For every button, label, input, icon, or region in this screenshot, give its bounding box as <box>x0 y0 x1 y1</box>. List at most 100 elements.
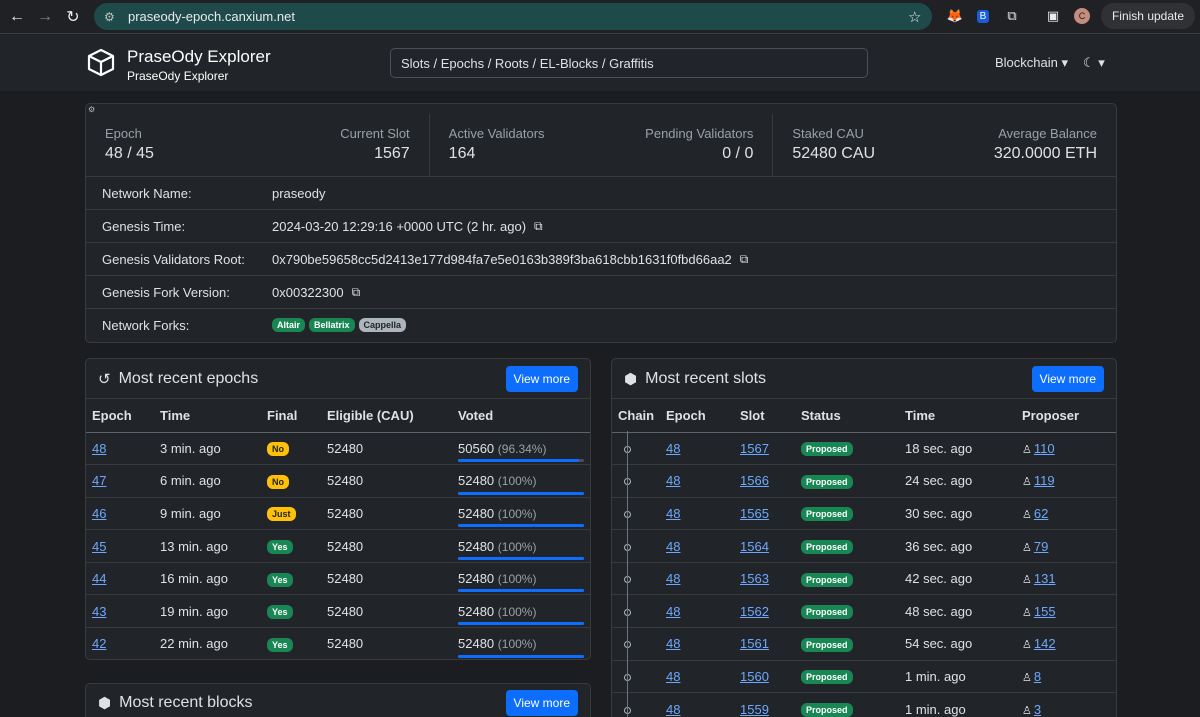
settings-icon[interactable]: ⚙ <box>88 105 95 114</box>
search-input[interactable] <box>390 48 868 78</box>
brand-title[interactable]: PraseOdy Explorer <box>127 47 271 67</box>
column-header: Chain <box>612 399 660 433</box>
blockchain-dropdown[interactable]: Blockchain ▾ <box>995 55 1068 71</box>
slot-link[interactable]: 1560 <box>740 669 769 684</box>
copy-icon[interactable]: ⧉ <box>740 252 749 267</box>
epoch-link[interactable]: 48 <box>666 441 680 456</box>
epoch-link[interactable]: 48 <box>666 604 680 619</box>
slot-link[interactable]: 1565 <box>740 506 769 521</box>
proposer-link[interactable]: 62 <box>1034 506 1048 521</box>
voted-cell: 52480 (100%) <box>452 464 590 498</box>
epoch-link[interactable]: 47 <box>92 473 106 488</box>
slot-time: 48 sec. ago <box>899 594 1016 629</box>
site-settings-icon[interactable]: ⚙ <box>104 10 120 24</box>
copy-icon[interactable]: ⧉ <box>352 285 361 300</box>
proposer-link[interactable]: 119 <box>1034 473 1055 488</box>
epoch-link[interactable]: 48 <box>666 571 680 586</box>
epoch-link[interactable]: 46 <box>92 506 106 521</box>
cube-logo-icon[interactable] <box>86 47 116 77</box>
proposer-link[interactable]: 8 <box>1034 669 1041 684</box>
epoch-link[interactable]: 44 <box>92 571 106 586</box>
slot-link[interactable]: 1567 <box>740 441 769 456</box>
network-stats: Epoch 48 / 45 Current Slot 1567 Active Val… <box>86 114 1116 176</box>
epoch-link[interactable]: 48 <box>666 636 680 651</box>
slot-link[interactable]: 1559 <box>740 702 769 717</box>
side-panel-icon[interactable]: ▣ <box>1042 5 1064 27</box>
epoch-link[interactable]: 48 <box>666 473 680 488</box>
bookmark-star-icon[interactable]: ☆ <box>908 8 932 26</box>
property-key: Network Name: <box>102 185 192 201</box>
table-row: 48 1565 Proposed 30 sec. ago ♙ 62 <box>612 497 1116 531</box>
finish-update-button[interactable]: Finish update <box>1101 3 1195 29</box>
person-icon: ♙ <box>1022 639 1032 652</box>
metamask-extension-icon[interactable]: 🦊 <box>944 5 966 27</box>
final-badge: Yes <box>267 572 293 587</box>
eligible-value: 52480 <box>321 562 452 596</box>
back-icon[interactable]: ← <box>2 2 32 32</box>
view-more-blocks-button[interactable]: View more <box>505 690 578 716</box>
main-content: ⚙ Epoch 48 / 45 Current Slot 1567 Active V… <box>0 91 1200 717</box>
proposer-link[interactable]: 142 <box>1034 636 1056 651</box>
panel-header: ⬢ Most recent slots View more <box>612 359 1116 399</box>
epoch-link[interactable]: 45 <box>92 539 106 554</box>
column-header: Slot <box>734 399 795 433</box>
voted-cell: 50560 (96.34%) <box>452 432 590 466</box>
panel-title: Most recent slots <box>645 369 767 387</box>
epoch-link[interactable]: 48 <box>666 506 680 521</box>
column-header: Epoch <box>86 399 154 433</box>
property-value: 0x00322300 <box>272 284 344 300</box>
slot-link[interactable]: 1566 <box>740 473 769 488</box>
epoch-link[interactable]: 42 <box>92 636 106 651</box>
extensions-puzzle-icon[interactable]: ⧉ <box>1001 5 1023 27</box>
epoch-link[interactable]: 48 <box>92 441 106 456</box>
slot-link[interactable]: 1562 <box>740 604 769 619</box>
stat-label: Current Slot <box>340 126 410 141</box>
slot-link[interactable]: 1563 <box>740 571 769 586</box>
slots-table: Chain Epoch Slot Status Time Proposer 48… <box>612 399 1116 717</box>
eligible-value: 52480 <box>321 432 452 466</box>
bitwarden-extension-icon[interactable]: B <box>972 5 994 27</box>
proposer-link[interactable]: 155 <box>1034 604 1056 619</box>
slot-link[interactable]: 1564 <box>740 539 769 554</box>
table-row: 48 1563 Proposed 42 sec. ago ♙ 131 <box>612 562 1116 596</box>
column-header: Final <box>261 399 321 433</box>
epoch-link[interactable]: 48 <box>666 669 680 684</box>
table-row: 46 9 min. ago Just 52480 52480 (100%) <box>86 497 590 531</box>
eligible-value: 52480 <box>321 497 452 531</box>
slot-link[interactable]: 1561 <box>740 636 769 651</box>
chain-line <box>627 431 628 717</box>
voted-progress-fill <box>458 556 584 560</box>
proposer-link[interactable]: 3 <box>1034 702 1041 717</box>
reload-icon[interactable]: ↻ <box>58 2 88 32</box>
column-header: Status <box>795 399 899 433</box>
final-badge: No <box>267 474 289 489</box>
final-badge: Just <box>267 507 296 522</box>
proposer-link[interactable]: 110 <box>1034 441 1055 456</box>
view-more-slots-button[interactable]: View more <box>1031 366 1104 392</box>
property-row: Genesis Fork Version: 0x00322300 ⧉ <box>86 275 1116 308</box>
epoch-time: 9 min. ago <box>154 497 261 531</box>
forward-icon[interactable]: → <box>30 2 60 32</box>
epoch-link[interactable]: 48 <box>666 539 680 554</box>
profile-avatar[interactable]: C <box>1071 5 1093 27</box>
stat-value: 48 / 45 <box>105 145 154 162</box>
view-more-epochs-button[interactable]: View more <box>505 366 578 392</box>
person-icon: ♙ <box>1022 606 1032 619</box>
person-icon: ♙ <box>1022 574 1032 587</box>
copy-icon[interactable]: ⧉ <box>534 219 543 234</box>
epoch-time: 6 min. ago <box>154 464 261 498</box>
voted-value: 52480 <box>458 473 495 489</box>
network-properties: Network Name: praseody Genesis Time: 202… <box>86 176 1116 341</box>
epoch-link[interactable]: 43 <box>92 604 106 619</box>
cubes-icon: ⬢ <box>98 695 112 712</box>
table-row: 48 1561 Proposed 54 sec. ago ♙ 142 <box>612 627 1116 661</box>
voted-progress-fill <box>458 654 584 658</box>
epoch-link[interactable]: 48 <box>666 702 680 717</box>
proposer-link[interactable]: 79 <box>1034 539 1048 554</box>
address-bar[interactable]: ⚙ praseody-epoch.canxium.net ☆ <box>94 3 932 30</box>
proposer-link[interactable]: 131 <box>1034 571 1056 586</box>
theme-toggle-dropdown[interactable]: ☾ ▾ <box>1083 55 1105 71</box>
property-row: Genesis Validators Root: 0x790be59658cc5… <box>86 242 1116 275</box>
final-badge: Yes <box>267 540 293 555</box>
person-icon: ♙ <box>1022 671 1032 684</box>
